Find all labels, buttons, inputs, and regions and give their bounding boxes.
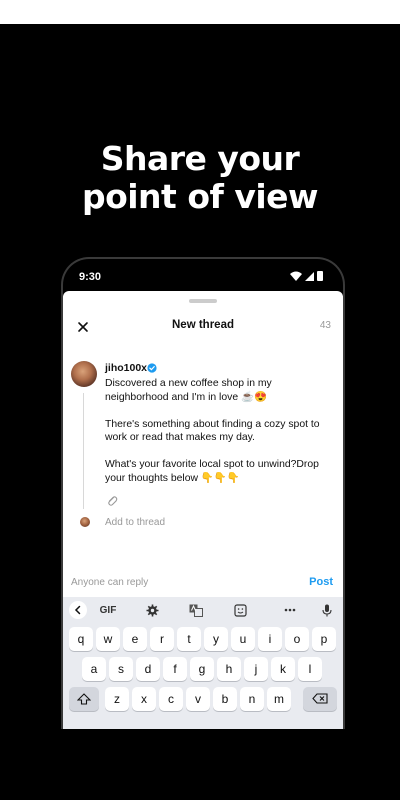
key-s[interactable]: s	[109, 657, 133, 681]
translate-button[interactable]	[187, 601, 205, 619]
keyboard-settings-button[interactable]	[143, 601, 161, 619]
add-to-thread[interactable]: Add to thread	[105, 517, 165, 528]
promo-headline: Share your point of view	[0, 140, 400, 216]
post-text-input[interactable]: Discovered a new coffee shop in my neigh…	[105, 377, 333, 499]
key-a[interactable]: a	[82, 657, 106, 681]
key-j[interactable]: j	[244, 657, 268, 681]
post-paragraph-2: There's something about finding a cozy s…	[105, 418, 320, 444]
compose-sheet: New thread 43 jiho100x Discovered a new …	[63, 291, 343, 729]
post-paragraph-1: Discovered a new coffee shop in my neigh…	[105, 378, 272, 403]
key-e[interactable]: e	[123, 627, 147, 651]
avatar	[71, 361, 97, 387]
chevron-left-icon	[74, 605, 81, 615]
key-g[interactable]: g	[190, 657, 214, 681]
backspace-icon	[312, 693, 328, 704]
signal-icon	[305, 272, 314, 281]
character-count: 43	[319, 320, 331, 331]
sticker-button[interactable]	[231, 601, 249, 619]
attachment-icon[interactable]	[105, 494, 119, 508]
key-p[interactable]: p	[312, 627, 336, 651]
headline-line-1: Share your	[100, 139, 300, 178]
thread-line	[83, 393, 84, 509]
key-k[interactable]: k	[271, 657, 295, 681]
gear-icon	[146, 604, 158, 616]
more-options-button[interactable]	[281, 601, 299, 619]
status-bar: 9:30	[63, 259, 343, 291]
key-n[interactable]: n	[240, 687, 264, 711]
key-f[interactable]: f	[163, 657, 187, 681]
shift-icon	[76, 693, 92, 705]
key-w[interactable]: w	[96, 627, 120, 651]
key-c[interactable]: c	[159, 687, 183, 711]
key-y[interactable]: y	[204, 627, 228, 651]
mic-icon	[322, 604, 332, 616]
key-r[interactable]: r	[150, 627, 174, 651]
key-l[interactable]: l	[298, 657, 322, 681]
key-v[interactable]: v	[186, 687, 210, 711]
compose-header: New thread 43	[63, 317, 343, 339]
key-z[interactable]: z	[105, 687, 129, 711]
sticker-icon	[233, 603, 247, 617]
battery-icon	[317, 271, 323, 281]
key-t[interactable]: t	[177, 627, 201, 651]
key-b[interactable]: b	[213, 687, 237, 711]
headline-line-2: point of view	[81, 177, 319, 216]
key-u[interactable]: u	[231, 627, 255, 651]
key-h[interactable]: h	[217, 657, 241, 681]
status-icons	[290, 271, 323, 281]
status-time: 9:30	[79, 271, 102, 283]
key-o[interactable]: o	[285, 627, 309, 651]
post-paragraph-3: What's your favorite local spot to unwin…	[105, 459, 319, 484]
wifi-icon	[290, 271, 302, 281]
key-m[interactable]: m	[267, 687, 291, 711]
key-q[interactable]: q	[69, 627, 93, 651]
drag-handle[interactable]	[189, 299, 217, 303]
reply-audience[interactable]: Anyone can reply	[71, 577, 148, 588]
post-button[interactable]: Post	[309, 576, 333, 588]
gif-button[interactable]: GIF	[97, 601, 119, 619]
key-d[interactable]: d	[136, 657, 160, 681]
phone-frame: 9:30 New thread 43 jiho100x Discovered a…	[61, 257, 345, 729]
translate-icon	[189, 604, 203, 617]
username: jiho100x	[105, 362, 148, 374]
key-x[interactable]: x	[132, 687, 156, 711]
backspace-key[interactable]	[303, 687, 337, 711]
more-icon	[284, 608, 296, 612]
keyboard: GIF q w e r t y u i o p a s d f g h j k …	[63, 597, 343, 729]
voice-input-button[interactable]	[319, 601, 335, 619]
top-strip	[0, 0, 400, 24]
verified-badge-icon	[147, 363, 157, 373]
page-title: New thread	[172, 319, 234, 331]
shift-key[interactable]	[69, 687, 99, 711]
avatar-small	[80, 517, 90, 527]
key-i[interactable]: i	[258, 627, 282, 651]
keyboard-back-button[interactable]	[69, 601, 87, 619]
